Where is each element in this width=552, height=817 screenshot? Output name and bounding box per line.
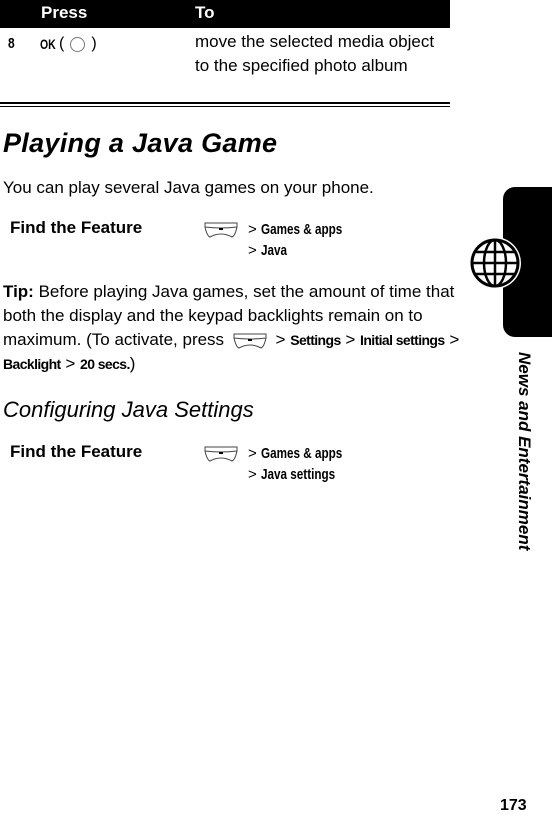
tip-path-step: Backlight — [3, 356, 61, 372]
menu-key-icon — [233, 333, 267, 349]
table-header: Press To — [0, 0, 450, 28]
row-press: OK ( ) — [40, 35, 97, 53]
feature-path-1: > Games & apps > Java — [248, 219, 365, 261]
table-rule — [0, 102, 450, 104]
ok-label: OK — [40, 36, 56, 52]
intro-text: You can play several Java games on your … — [3, 178, 374, 197]
open-paren: ( — [59, 35, 65, 52]
tip-path-step: Settings — [290, 332, 341, 348]
table-rule-thin — [0, 106, 450, 107]
gt-symbol: > — [449, 330, 460, 349]
feature-path-2: > Games & apps > Java settings — [248, 443, 365, 485]
column-header-press: Press — [41, 3, 88, 22]
find-the-feature-label: Find the Feature — [10, 442, 143, 461]
path-step: > Games & apps — [248, 221, 343, 238]
page-number: 173 — [500, 797, 527, 814]
row-key-number: 8 — [8, 35, 15, 52]
gt-symbol: > — [65, 354, 76, 373]
path-step: > Java settings — [248, 466, 335, 483]
globe-icon — [469, 237, 521, 289]
path-step: > Games & apps — [248, 445, 343, 462]
tip-path-step: Initial settings — [360, 332, 445, 348]
gt-symbol: > — [275, 330, 286, 349]
column-header-to: To — [195, 3, 215, 22]
menu-key-icon — [204, 446, 238, 462]
close-paren: ) — [129, 354, 136, 373]
gt-symbol: > — [345, 330, 356, 349]
section-title-configuring-java-settings: Configuring Java Settings — [3, 397, 254, 422]
tip-paragraph: Tip: Before playing Java games, set the … — [3, 280, 483, 376]
section-title-playing-java-game: Playing a Java Game — [3, 128, 278, 158]
path-step: > Java — [248, 242, 287, 259]
menu-key-icon — [204, 222, 238, 238]
close-paren: ) — [91, 35, 97, 52]
find-the-feature-label: Find the Feature — [10, 218, 143, 237]
row-to-description: move the selected media object to the sp… — [195, 32, 435, 75]
chapter-label: News and Entertainment — [515, 352, 534, 551]
center-select-key-icon — [70, 36, 86, 52]
tip-label: Tip: — [3, 282, 34, 301]
tip-path-step: 20 secs. — [80, 356, 130, 372]
